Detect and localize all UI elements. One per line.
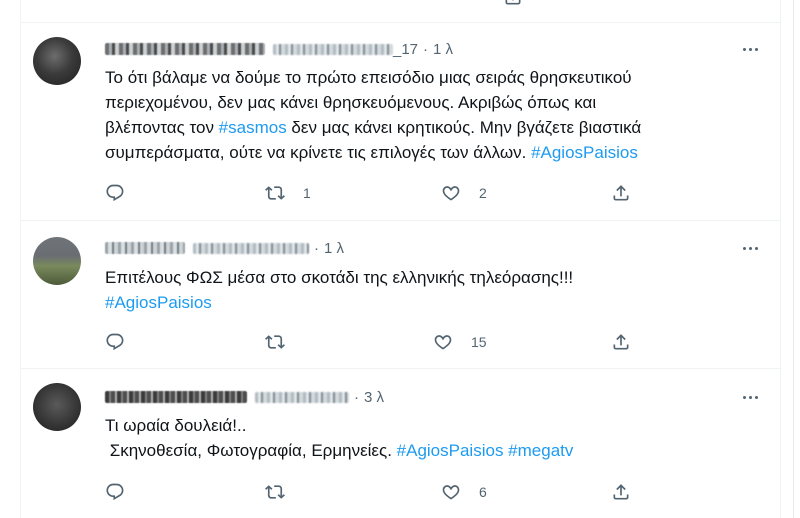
username[interactable] xyxy=(193,242,309,254)
avatar[interactable] xyxy=(33,37,81,85)
tweet-text-line: βλέποντας τον #sasmos δεν μας κάνει κρητ… xyxy=(105,115,641,140)
share-icon xyxy=(613,484,629,500)
tweet[interactable]: _17 · 1 λ Το ότι βάλαμε να δούμε το πρώτ… xyxy=(21,23,780,221)
reply-button[interactable] xyxy=(105,182,143,204)
heart-icon xyxy=(442,186,460,201)
more-button[interactable] xyxy=(738,238,762,258)
username[interactable] xyxy=(273,43,393,55)
tweet-text-line: περιεχομένου, δεν μας κάνει θρησκευόμενο… xyxy=(105,90,641,115)
share-button[interactable] xyxy=(611,331,631,353)
tweet-header: _17 · 1 λ xyxy=(105,39,453,59)
more-button[interactable] xyxy=(738,39,762,59)
tweet-text-segment: συμπεράσματα, ούτε να κρίνετε τις επιλογ… xyxy=(105,143,532,162)
like-button[interactable]: 6 xyxy=(441,481,487,503)
like-button[interactable]: 15 xyxy=(433,331,487,353)
display-name[interactable] xyxy=(105,242,185,254)
tweet-text-line: Επιτέλους ΦΩΣ μέσα στο σκοτάδι της ελλην… xyxy=(105,265,573,290)
separator-dot: · xyxy=(354,388,359,406)
username[interactable] xyxy=(255,391,349,403)
tweet-actions: 15 xyxy=(105,331,629,353)
retweet-button[interactable]: 1 xyxy=(265,182,311,204)
display-name[interactable] xyxy=(105,391,247,403)
hashtag-link[interactable]: #megatv xyxy=(508,441,573,460)
tweet-text-segment: Τι ωραία δουλειά!.. xyxy=(105,416,247,435)
retweet-button[interactable] xyxy=(265,331,303,353)
share-icon xyxy=(505,0,521,5)
reply-icon xyxy=(106,483,124,501)
share-button[interactable] xyxy=(611,182,631,204)
previous-tweet-actions xyxy=(105,0,625,8)
tweet-text-segment: δεν μας κάνει κρητικούς. Μην βγάζετε βια… xyxy=(286,118,642,137)
tweet-text: Το ότι βάλαμε να δούμε το πρώτο επεισόδι… xyxy=(105,65,641,165)
tweet-text-line: συμπεράσματα, ούτε να κρίνετε τις επιλογ… xyxy=(105,140,641,165)
retweet-icon xyxy=(265,335,285,349)
tweet-actions: 6 xyxy=(105,481,629,503)
tweet-actions: 1 2 xyxy=(105,182,629,204)
separator-dot: · xyxy=(423,40,429,58)
tweet-header: · 1 λ xyxy=(105,238,344,258)
tweet-text-segment: Επιτέλους ΦΩΣ μέσα στο σκοτάδι της ελλην… xyxy=(105,268,574,287)
like-button[interactable]: 2 xyxy=(441,182,487,204)
tweet[interactable]: · 3 λ Τι ωραία δουλειά!.. Σκηνοθεσία, Φω… xyxy=(21,369,780,518)
retweet-count: 1 xyxy=(303,185,311,201)
tweet-text-line: Σκηνοθεσία, Φωτογραφία, Ερμηνείες. #Agio… xyxy=(105,438,574,463)
right-rail-edge xyxy=(781,0,800,518)
tweet-header: · 3 λ xyxy=(105,387,384,407)
retweet-button[interactable] xyxy=(265,481,303,503)
reply-button[interactable] xyxy=(105,331,143,353)
tweet-text-segment: περιεχομένου, δεν μας κάνει θρησκευόμενο… xyxy=(105,93,597,112)
tweet-text-segment: Το ότι βάλαμε να δούμε το πρώτο επεισόδι… xyxy=(105,68,632,87)
hashtag-link[interactable]: #AgiosPaisios xyxy=(397,441,504,460)
tweet-text-line: #AgiosPaisios xyxy=(105,290,573,315)
tweet-feed: _17 · 1 λ Το ότι βάλαμε να δούμε το πρώτ… xyxy=(20,0,781,518)
share-button[interactable] xyxy=(503,0,523,8)
tweet-text-segment: βλέποντας τον xyxy=(105,118,219,137)
tweet-text-segment: Σκηνοθεσία, Φωτογραφία, Ερμηνείες. xyxy=(105,441,397,460)
avatar[interactable] xyxy=(33,237,81,285)
like-count: 2 xyxy=(479,185,487,201)
share-button[interactable] xyxy=(611,481,631,503)
heart-icon xyxy=(442,485,460,500)
hashtag-link[interactable]: #AgiosPaisios xyxy=(105,293,212,312)
hashtag-link[interactable]: #AgiosPaisios xyxy=(531,143,638,162)
tweet-text: Επιτέλους ΦΩΣ μέσα στο σκοτάδι της ελλην… xyxy=(105,265,573,315)
reply-button[interactable] xyxy=(105,481,143,503)
avatar[interactable] xyxy=(33,383,81,431)
tweet-text: Τι ωραία δουλειά!.. Σκηνοθεσία, Φωτογραφ… xyxy=(105,413,573,463)
reply-icon xyxy=(106,184,124,202)
tweet-text-line: Τι ωραία δουλειά!.. xyxy=(105,413,573,438)
timestamp[interactable]: 1 λ xyxy=(324,240,344,257)
divider xyxy=(793,0,794,518)
username-suffix: _17 xyxy=(393,40,419,58)
share-icon xyxy=(613,334,629,350)
reply-icon xyxy=(106,333,124,351)
separator-dot: · xyxy=(314,239,319,257)
timestamp[interactable]: 1 λ xyxy=(433,41,453,58)
more-button[interactable] xyxy=(738,387,762,407)
retweet-icon xyxy=(265,186,285,200)
tweet[interactable]: · 1 λ Επιτέλους ΦΩΣ μέσα στο σκοτάδι της… xyxy=(21,221,780,369)
heart-icon xyxy=(434,335,452,350)
hashtag-link[interactable]: #sasmos xyxy=(219,118,287,137)
tweet-text-line: Το ότι βάλαμε να δούμε το πρώτο επεισόδι… xyxy=(105,65,641,90)
share-icon xyxy=(613,185,629,201)
timestamp[interactable]: 3 λ xyxy=(364,389,384,406)
like-count: 6 xyxy=(479,484,487,500)
retweet-icon xyxy=(265,485,285,499)
like-count: 15 xyxy=(471,334,487,350)
display-name[interactable] xyxy=(105,43,265,55)
